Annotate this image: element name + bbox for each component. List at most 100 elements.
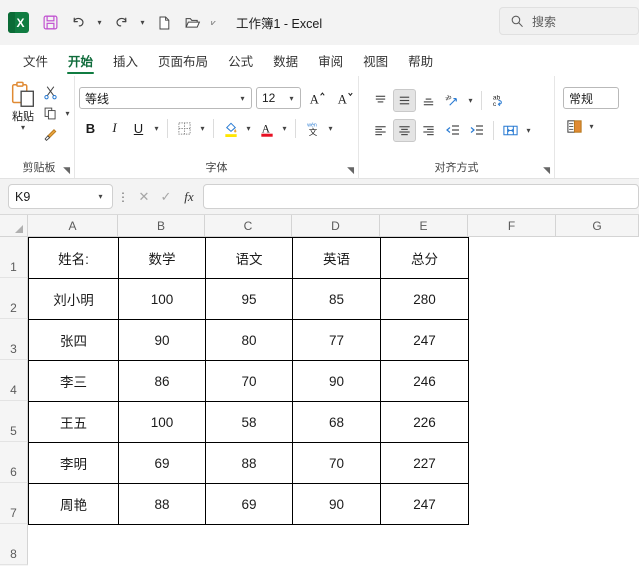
decrease-font-size-button[interactable]: A [333, 86, 357, 110]
cell-c5[interactable]: 58 [205, 401, 293, 443]
merge-chevron-down-icon[interactable]: ▾ [523, 126, 534, 135]
italic-button[interactable]: I [103, 117, 126, 140]
cell-b6[interactable]: 69 [118, 442, 206, 484]
align-right-button[interactable] [417, 119, 440, 142]
cell-a2[interactable]: 刘小明 [28, 278, 119, 320]
save-button[interactable] [37, 10, 63, 36]
row-header-7[interactable]: 7 [0, 483, 28, 524]
row-header-4[interactable]: 4 [0, 360, 28, 401]
cell-a3[interactable]: 张四 [28, 319, 119, 361]
increase-indent-button[interactable] [465, 119, 488, 142]
fill-color-chevron-down-icon[interactable]: ▾ [243, 124, 254, 133]
cell-c1[interactable]: 语文 [205, 237, 293, 279]
column-header-a[interactable]: A [28, 215, 118, 237]
underline-chevron-down-icon[interactable]: ▾ [151, 124, 162, 133]
font-size-input[interactable]: 12 ▾ [256, 87, 301, 109]
open-file-button[interactable] [179, 10, 205, 36]
column-header-f[interactable]: F [468, 215, 556, 237]
search-box[interactable]: 搜索 [499, 7, 639, 35]
fill-color-button[interactable] [219, 117, 242, 140]
underline-button[interactable]: U [127, 117, 150, 140]
cell-b7[interactable]: 88 [118, 483, 206, 525]
cell-e3[interactable]: 247 [380, 319, 469, 361]
row-header-6[interactable]: 6 [0, 442, 28, 483]
tab-file[interactable]: 文件 [14, 48, 57, 76]
cell-b1[interactable]: 数学 [118, 237, 206, 279]
font-name-chevron-down-icon[interactable]: ▾ [237, 94, 248, 103]
bold-button[interactable]: B [79, 117, 102, 140]
alignment-dialog-launcher-icon[interactable]: ◥ [543, 165, 550, 176]
column-header-g[interactable]: G [556, 215, 639, 237]
paste-dropdown-chevron-down-icon[interactable]: ▾ [18, 123, 29, 132]
number-format-select[interactable]: 常规 [563, 87, 619, 109]
column-header-e[interactable]: E [380, 215, 468, 237]
align-left-button[interactable] [369, 119, 392, 142]
insert-function-button[interactable]: fx [177, 189, 201, 205]
select-all-corner[interactable] [0, 215, 28, 237]
orientation-button[interactable]: ab [441, 89, 464, 112]
font-size-chevron-down-icon[interactable]: ▾ [286, 94, 297, 103]
cancel-entry-button[interactable]: ✕ [133, 189, 155, 205]
row-header-5[interactable]: 5 [0, 401, 28, 442]
row-header-3[interactable]: 3 [0, 319, 28, 360]
cell-e2[interactable]: 280 [380, 278, 469, 320]
borders-chevron-down-icon[interactable]: ▾ [197, 124, 208, 133]
cell-b4[interactable]: 86 [118, 360, 206, 402]
font-color-chevron-down-icon[interactable]: ▾ [279, 124, 290, 133]
redo-button[interactable] [108, 10, 134, 36]
cell-a6[interactable]: 李明 [28, 442, 119, 484]
cell-d6[interactable]: 70 [292, 442, 381, 484]
cell-e6[interactable]: 227 [380, 442, 469, 484]
cell-d3[interactable]: 77 [292, 319, 381, 361]
undo-dropdown[interactable]: ▾ [93, 10, 106, 36]
align-bottom-button[interactable] [417, 89, 440, 112]
cell-d5[interactable]: 68 [292, 401, 381, 443]
cell-a5[interactable]: 王五 [28, 401, 119, 443]
formula-input[interactable] [203, 184, 639, 209]
column-header-b[interactable]: B [118, 215, 205, 237]
conditional-formatting-button[interactable] [563, 115, 586, 138]
cell-c4[interactable]: 70 [205, 360, 293, 402]
copy-button[interactable] [38, 102, 62, 126]
sheet-area[interactable]: 姓名: 数学 语文 英语 总分 刘小明 100 95 85 280 张四 90 … [28, 237, 639, 566]
confirm-entry-button[interactable]: ✓ [155, 189, 177, 205]
cell-e1[interactable]: 总分 [380, 237, 469, 279]
format-painter-button[interactable] [38, 123, 62, 147]
undo-button[interactable] [65, 10, 91, 36]
cell-c3[interactable]: 80 [205, 319, 293, 361]
orientation-chevron-down-icon[interactable]: ▾ [465, 96, 476, 105]
tab-data[interactable]: 数据 [264, 48, 307, 76]
align-middle-button[interactable] [393, 88, 416, 112]
font-dialog-launcher-icon[interactable]: ◥ [347, 165, 354, 176]
row-header-2[interactable]: 2 [0, 278, 28, 319]
decrease-indent-button[interactable] [441, 119, 464, 142]
cut-button[interactable] [38, 81, 62, 105]
increase-font-size-button[interactable]: A [305, 86, 329, 110]
cell-b5[interactable]: 100 [118, 401, 206, 443]
formula-bar-more-icon[interactable]: ⋮ [113, 190, 133, 204]
cell-b2[interactable]: 100 [118, 278, 206, 320]
wrap-text-button[interactable]: ab c [487, 89, 510, 112]
cell-a7[interactable]: 周艳 [28, 483, 119, 525]
tab-home[interactable]: 开始 [59, 48, 102, 76]
clipboard-dialog-launcher-icon[interactable]: ◥ [63, 165, 70, 176]
cell-a1[interactable]: 姓名: [28, 237, 119, 279]
phonetic-guide-button[interactable]: wén 文 [301, 117, 324, 140]
cell-d2[interactable]: 85 [292, 278, 381, 320]
cell-c6[interactable]: 88 [205, 442, 293, 484]
copy-dropdown-chevron-down-icon[interactable]: ▾ [62, 109, 73, 118]
tab-review[interactable]: 审阅 [309, 48, 352, 76]
borders-button[interactable] [173, 117, 196, 140]
new-file-button[interactable] [151, 10, 177, 36]
cell-e4[interactable]: 246 [380, 360, 469, 402]
redo-dropdown[interactable]: ▾ [136, 10, 149, 36]
align-top-button[interactable] [369, 89, 392, 112]
row-header-1[interactable]: 1 [0, 237, 28, 278]
cell-a4[interactable]: 李三 [28, 360, 119, 402]
tab-page-layout[interactable]: 页面布局 [149, 48, 217, 76]
align-center-button[interactable] [393, 118, 416, 142]
conditional-formatting-chevron-down-icon[interactable]: ▾ [586, 122, 597, 131]
column-header-c[interactable]: C [205, 215, 292, 237]
cell-d4[interactable]: 90 [292, 360, 381, 402]
phonetic-chevron-down-icon[interactable]: ▾ [325, 124, 336, 133]
